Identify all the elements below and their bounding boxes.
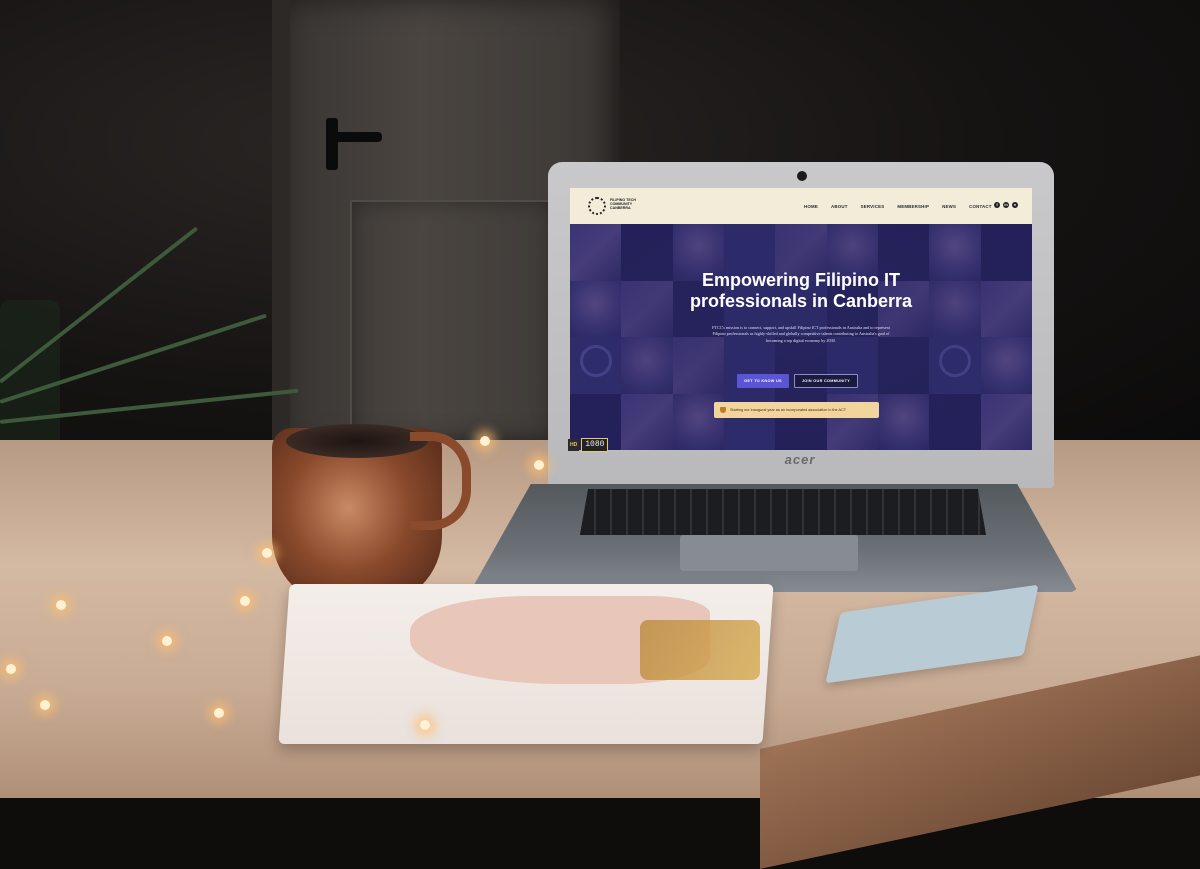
hero-title: Empowering Filipino IT professionals in … (689, 270, 913, 311)
hero-description: FTCC's mission is to connect, support, a… (712, 325, 890, 343)
fairy-light (6, 664, 16, 674)
nav-contact[interactable]: CONTACT (969, 204, 992, 209)
fairy-light (534, 460, 544, 470)
resolution-label: 1080 (581, 438, 609, 452)
laptop-brand-logo: acer (784, 452, 816, 467)
nav-membership[interactable]: MEMBERSHIP (897, 204, 929, 209)
book-cover-gold-area (640, 620, 760, 680)
fairy-light (262, 548, 272, 558)
door-panel (350, 200, 554, 444)
fairy-light (480, 436, 490, 446)
fairy-light (420, 720, 430, 730)
door-handle-bar (330, 132, 382, 142)
linkedin-icon[interactable]: in (1003, 202, 1009, 208)
nav-news[interactable]: NEWS (942, 204, 956, 209)
site-logo-text[interactable]: FILIPINO TECH COMMUNITY CANBERRA (610, 198, 656, 211)
github-icon[interactable]: ● (1012, 202, 1018, 208)
fairy-light (40, 700, 50, 710)
fairy-light (240, 596, 250, 606)
door-frame (272, 0, 290, 455)
announcement-text: Starting our inaugural year as an incorp… (730, 408, 847, 412)
get-to-know-us-button[interactable]: GET TO KNOW US (737, 374, 789, 388)
ftcc-logo-icon[interactable] (588, 197, 606, 215)
webcam (797, 171, 807, 181)
social-links: f in ● (994, 202, 1018, 208)
announcement-banner: Starting our inaugural year as an incorp… (714, 402, 879, 418)
mug-handle (410, 432, 471, 530)
shield-icon (720, 407, 726, 413)
laptop-touchpad (680, 535, 858, 571)
nav-about[interactable]: ABOUT (831, 204, 848, 209)
mug-rim (286, 424, 428, 458)
hd-label: HD (568, 439, 580, 451)
fairy-light (162, 636, 172, 646)
nav-services[interactable]: SERVICES (861, 204, 885, 209)
facebook-icon[interactable]: f (994, 202, 1000, 208)
laptop-screen: FILIPINO TECH COMMUNITY CANBERRA HOME AB… (570, 188, 1032, 450)
laptop-keyboard (580, 489, 986, 535)
fairy-light (56, 600, 66, 610)
door-handle (326, 118, 338, 170)
video-quality-badge: HD 1080 (568, 438, 609, 452)
nav-home[interactable]: HOME (804, 204, 818, 209)
site-header: FILIPINO TECH COMMUNITY CANBERRA HOME AB… (570, 188, 1032, 224)
main-nav: HOME ABOUT SERVICES MEMBERSHIP NEWS CONT… (804, 188, 992, 224)
fairy-light (214, 708, 224, 718)
join-community-button[interactable]: JOIN OUR COMMUNITY (794, 374, 858, 388)
